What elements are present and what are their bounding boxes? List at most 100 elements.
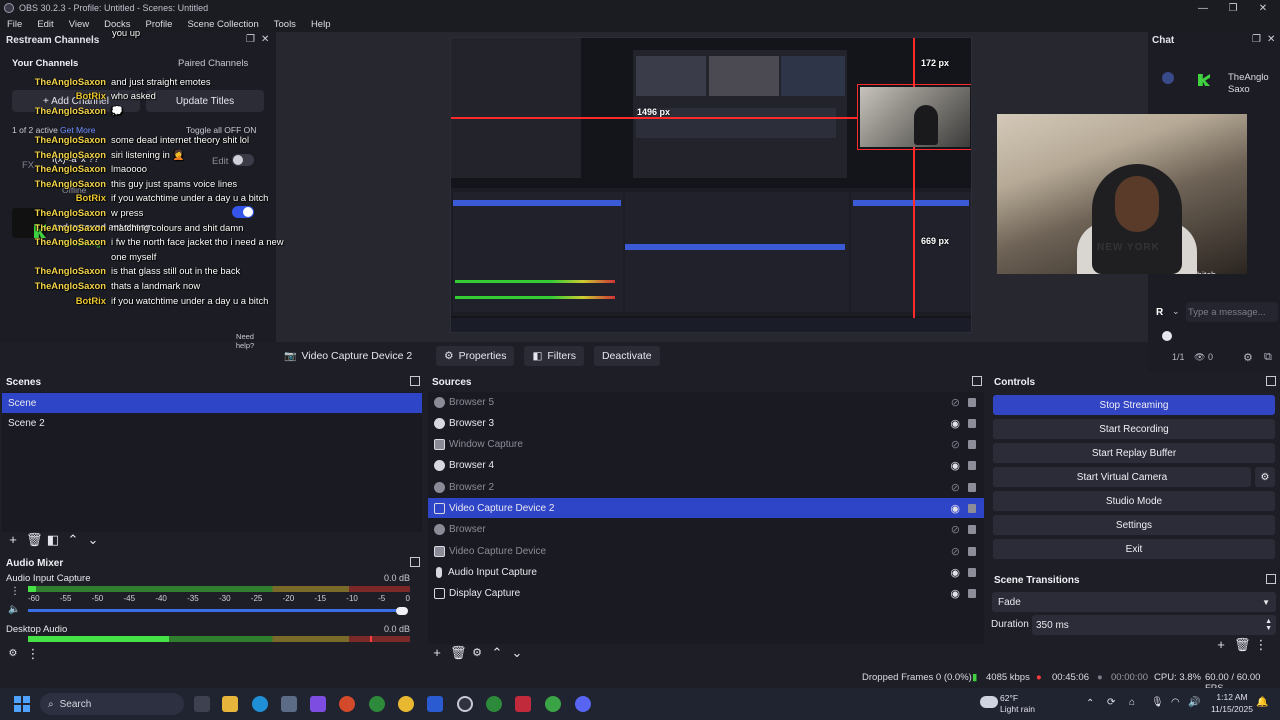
volume-slider[interactable]: [28, 609, 404, 612]
edge-icon[interactable]: [252, 696, 268, 712]
arrow-up-icon[interactable]: ⌃: [490, 646, 504, 660]
add-icon[interactable]: +: [6, 533, 20, 547]
duration-input[interactable]: 350 ms ▲ ▼: [1032, 615, 1276, 635]
channel-name: Desktop Audio: [6, 624, 68, 635]
gear-icon[interactable]: ⚙: [6, 647, 20, 661]
add-icon[interactable]: +: [430, 646, 444, 660]
filters-button[interactable]: ◧ Filters: [524, 346, 584, 366]
powerpoint-icon[interactable]: [339, 696, 355, 712]
source-item[interactable]: Browser 2 ⊘: [428, 477, 984, 497]
transition-select[interactable]: Fade ▼: [992, 592, 1276, 612]
notification-icon[interactable]: 🔔: [1256, 697, 1268, 708]
filter-icon[interactable]: ◧: [46, 533, 60, 547]
network-icon[interactable]: ⌂: [1129, 697, 1135, 708]
source-item[interactable]: Display Capture ◉: [428, 583, 984, 603]
source-item[interactable]: Browser 4 ◉: [428, 455, 984, 475]
chrome-profile-icon[interactable]: [545, 696, 561, 712]
gear-icon[interactable]: ⚙: [1243, 351, 1253, 364]
close-dock-icon[interactable]: ✕: [1267, 34, 1275, 45]
kebab-menu-icon[interactable]: ⋮: [26, 647, 40, 661]
trash-icon[interactable]: 🗑: [450, 646, 467, 660]
clock-date[interactable]: 11/15/2025: [1208, 704, 1256, 714]
menu-view[interactable]: View: [62, 19, 97, 30]
eye-icon: ◉: [950, 502, 960, 515]
virtual-camera-settings-icon[interactable]: ⚙: [1255, 467, 1275, 487]
undock-icon[interactable]: [1266, 376, 1276, 386]
clock-time[interactable]: 1:12 AM: [1208, 692, 1256, 702]
taskbar-search[interactable]: ⌕ Search: [40, 693, 184, 715]
undock-icon[interactable]: [972, 376, 982, 386]
chevron-up-icon[interactable]: ⌃: [1086, 698, 1094, 709]
exit-button[interactable]: Exit: [993, 539, 1275, 559]
studio-mode-button[interactable]: Studio Mode: [993, 491, 1275, 511]
chevron-down-icon[interactable]: ⌄: [1172, 306, 1180, 317]
start-replay-buffer-button[interactable]: Start Replay Buffer: [993, 443, 1275, 463]
file-explorer-icon[interactable]: [222, 696, 238, 712]
spinner-icon[interactable]: ▲ ▼: [1265, 618, 1272, 632]
need-help-link[interactable]: Need help?: [232, 332, 258, 350]
source-item[interactable]: Video Capture Device ⊘: [428, 541, 984, 561]
volume-slider-knob[interactable]: [396, 607, 408, 615]
task-view-icon[interactable]: [194, 696, 210, 712]
source-item[interactable]: Window Capture ⊘: [428, 434, 984, 454]
sync-icon[interactable]: ⟳: [1107, 697, 1115, 708]
obs-icon[interactable]: [457, 696, 473, 712]
gear-icon[interactable]: ⚙: [470, 646, 484, 660]
popout-icon[interactable]: ⧉: [1264, 351, 1272, 364]
arrow-down-icon[interactable]: ⌄: [86, 533, 100, 547]
canvas-preview[interactable]: 172 px 1496 px 669 px: [450, 37, 972, 333]
volume-icon[interactable]: 🔊: [1188, 697, 1200, 708]
add-icon[interactable]: +: [1214, 638, 1228, 652]
start-recording-button[interactable]: Start Recording: [993, 419, 1275, 439]
avatar[interactable]: R: [1156, 307, 1163, 318]
kebab-menu-icon[interactable]: ⋮: [10, 586, 20, 597]
minimize-button[interactable]: —: [1188, 0, 1218, 16]
discord-icon[interactable]: [575, 696, 591, 712]
kebab-menu-icon[interactable]: ⋮: [1254, 638, 1268, 652]
arrow-down-icon[interactable]: ⌄: [510, 646, 524, 660]
xbox-icon[interactable]: [369, 696, 385, 712]
store-icon[interactable]: [281, 696, 297, 712]
speaker-icon[interactable]: 🔈: [8, 604, 20, 615]
source-item[interactable]: Audio Input Capture ◉: [428, 562, 984, 582]
chrome-icon[interactable]: [398, 696, 414, 712]
settings-button[interactable]: Settings: [993, 515, 1275, 535]
undock-icon[interactable]: [410, 376, 420, 386]
close-button[interactable]: ✕: [1248, 0, 1278, 16]
copilot-icon[interactable]: [310, 696, 326, 712]
undock-icon[interactable]: [1266, 574, 1276, 584]
source-item[interactable]: Browser 5 ⊘: [428, 392, 984, 412]
undock-icon[interactable]: ❐: [1252, 34, 1261, 45]
scenes-list: Scene Scene 2: [2, 392, 422, 532]
xbox-app-icon[interactable]: [486, 696, 502, 712]
undock-icon[interactable]: [410, 557, 420, 567]
chat-input[interactable]: Type a message...: [1186, 302, 1278, 322]
eye-slash-icon: ⊘: [950, 481, 960, 494]
scene-item[interactable]: Scene: [2, 393, 422, 413]
weather-temp[interactable]: 62°F: [1000, 693, 1018, 703]
stop-streaming-button[interactable]: Stop Streaming: [993, 395, 1275, 415]
microphone-icon[interactable]: 🎙: [1151, 697, 1164, 708]
selected-source-bounds[interactable]: [857, 84, 971, 150]
maximize-button[interactable]: ❐: [1218, 0, 1248, 16]
source-item[interactable]: Video Capture Device 2 ◉: [428, 498, 984, 518]
scene-item[interactable]: Scene 2: [2, 413, 422, 433]
user-icon: [1162, 72, 1174, 84]
weather-desc[interactable]: Light rain: [1000, 704, 1035, 714]
app-icon[interactable]: [515, 696, 531, 712]
source-item[interactable]: Browser ⊘: [428, 519, 984, 539]
settings-toggle-icon[interactable]: [1162, 331, 1172, 341]
properties-button[interactable]: ⚙ Properties: [436, 346, 515, 366]
windows-start-icon[interactable]: [14, 696, 30, 712]
deactivate-button[interactable]: Deactivate: [593, 346, 660, 366]
arrow-up-icon[interactable]: ⌃: [66, 533, 80, 547]
wifi-icon[interactable]: ◠: [1171, 697, 1180, 708]
start-virtual-camera-button[interactable]: Start Virtual Camera: [993, 467, 1251, 487]
word-icon[interactable]: [427, 696, 443, 712]
menu-edit[interactable]: Edit: [30, 19, 61, 30]
source-item[interactable]: Browser 3 ◉: [428, 413, 984, 433]
menu-file[interactable]: File: [0, 19, 30, 30]
trash-icon[interactable]: 🗑: [26, 533, 43, 547]
trash-icon[interactable]: 🗑: [1234, 638, 1251, 652]
overlay-chat-line: [12, 118, 312, 133]
